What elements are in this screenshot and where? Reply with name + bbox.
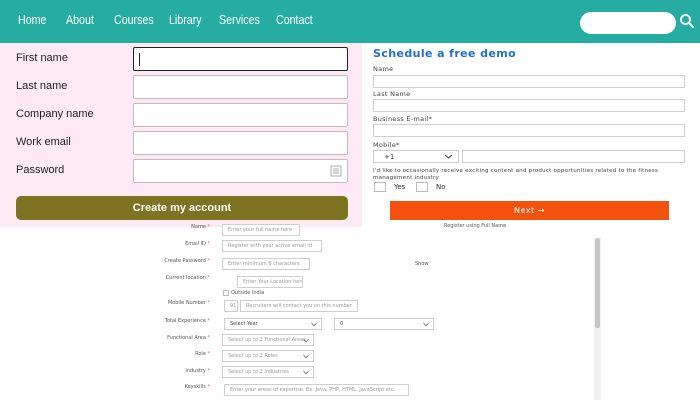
last-name-label: Last name bbox=[16, 80, 68, 92]
experience-year-select[interactable]: Select Year bbox=[224, 318, 322, 330]
company-name-label: Company name bbox=[16, 108, 94, 120]
nav-item-contact[interactable]: Contact bbox=[276, 12, 313, 27]
nav-item-courses[interactable]: Courses bbox=[114, 12, 154, 27]
industry-placeholder: Select up to 2 Industries bbox=[228, 369, 290, 375]
consent-text: I'd like to occasionally receive excitin… bbox=[373, 168, 659, 181]
reg-industry-label: Industry * bbox=[185, 368, 210, 374]
country-code-select[interactable]: +1 bbox=[373, 150, 459, 163]
nav-item-services[interactable]: Services bbox=[219, 12, 260, 27]
outside-india-label: Outside India bbox=[231, 290, 265, 296]
work-email-field[interactable] bbox=[133, 131, 348, 155]
consent-no-checkbox[interactable] bbox=[416, 182, 428, 192]
reg-keyskills-label: Keyskills * bbox=[184, 384, 210, 390]
first-name-label: First name bbox=[16, 52, 68, 64]
reg-name-field[interactable]: Enter your full name here bbox=[222, 224, 300, 236]
chevron-down-icon bbox=[423, 322, 429, 327]
search-icon[interactable] bbox=[679, 13, 695, 29]
keyskills-field[interactable]: Enter your areas of expertise. Ex: Java,… bbox=[224, 384, 409, 396]
create-account-button[interactable]: Create my account bbox=[16, 196, 348, 220]
first-name-field[interactable] bbox=[133, 47, 348, 71]
nav-item-home[interactable]: Home bbox=[18, 12, 46, 27]
next-button[interactable]: Next → bbox=[390, 201, 669, 220]
reg-password-field[interactable]: Enter minimum 6 characters bbox=[222, 258, 310, 270]
page: Home About Courses Library Services Cont… bbox=[0, 0, 700, 400]
demo-email-field[interactable] bbox=[373, 124, 685, 137]
nav-item-library[interactable]: Library bbox=[169, 12, 202, 27]
outside-india-checkbox[interactable] bbox=[223, 290, 229, 296]
password-manager-icon[interactable] bbox=[330, 165, 342, 177]
demo-title: Schedule a free demo bbox=[373, 47, 517, 60]
reg-mobile-label: Mobile Number * bbox=[167, 300, 210, 306]
chevron-down-icon bbox=[444, 154, 453, 159]
experience-month-value: 0 bbox=[340, 321, 344, 327]
industry-select[interactable]: Select up to 2 Industries bbox=[222, 366, 314, 378]
reg-location-label: Current location * bbox=[165, 275, 210, 281]
register-full-name-link[interactable]: Register using Full Name bbox=[444, 223, 506, 229]
chevron-down-icon bbox=[311, 322, 317, 327]
functional-area-select[interactable]: Select up to 2 Functional Areas bbox=[222, 334, 314, 346]
reg-functional-area-label: Functional Area * bbox=[167, 335, 210, 341]
role-placeholder: Select up to 2 Roles bbox=[228, 353, 278, 359]
password-label: Password bbox=[16, 164, 65, 176]
work-email-label: Work email bbox=[16, 136, 71, 148]
chevron-down-icon bbox=[303, 370, 309, 375]
text-caret bbox=[139, 53, 140, 66]
demo-name-label: Name bbox=[373, 65, 394, 73]
consent-yes-checkbox[interactable] bbox=[374, 182, 386, 192]
reg-password-label: Create Password * bbox=[164, 258, 210, 264]
reg-experience-label: Total Experience * bbox=[164, 318, 210, 324]
last-name-field[interactable] bbox=[133, 75, 348, 99]
experience-month-select[interactable]: 0 bbox=[334, 318, 434, 330]
reg-location-field[interactable]: Enter Your Location here bbox=[237, 276, 303, 288]
consent-no-label: No bbox=[436, 183, 446, 191]
demo-email-label: Business E-mail* bbox=[373, 115, 433, 123]
reg-role-label: Role * bbox=[195, 351, 210, 357]
reg-email-field[interactable]: Register with your active email id bbox=[222, 240, 322, 252]
nav-item-about[interactable]: About bbox=[66, 12, 94, 27]
password-field[interactable] bbox=[133, 159, 348, 183]
consent-yes-label: Yes bbox=[394, 183, 406, 191]
reg-name-label: Name * bbox=[191, 224, 210, 230]
country-code-value: +1 bbox=[384, 153, 395, 161]
reg-mobile-code[interactable]: 91 bbox=[224, 300, 238, 312]
top-nav: Home About Courses Library Services Cont… bbox=[0, 0, 700, 43]
chevron-down-icon bbox=[303, 354, 309, 359]
scrollbar-thumb[interactable] bbox=[595, 238, 600, 328]
chevron-down-icon bbox=[303, 338, 309, 343]
reg-mobile-field[interactable]: Recruiters will contact you on this numb… bbox=[240, 300, 358, 312]
demo-last-name-field[interactable] bbox=[373, 99, 685, 112]
show-password-toggle[interactable]: Show bbox=[415, 261, 429, 267]
functional-area-placeholder: Select up to 2 Functional Areas bbox=[228, 337, 306, 343]
demo-name-field[interactable] bbox=[373, 75, 685, 88]
search-input[interactable] bbox=[580, 12, 676, 34]
demo-last-name-label: Last Name bbox=[373, 90, 411, 98]
company-name-field[interactable] bbox=[133, 103, 348, 127]
experience-year-value: Select Year bbox=[230, 321, 258, 327]
reg-email-label: Email ID * bbox=[185, 241, 210, 247]
demo-mobile-label: Mobile* bbox=[373, 141, 400, 149]
role-select[interactable]: Select up to 2 Roles bbox=[222, 350, 314, 362]
mobile-number-field[interactable] bbox=[462, 150, 685, 163]
